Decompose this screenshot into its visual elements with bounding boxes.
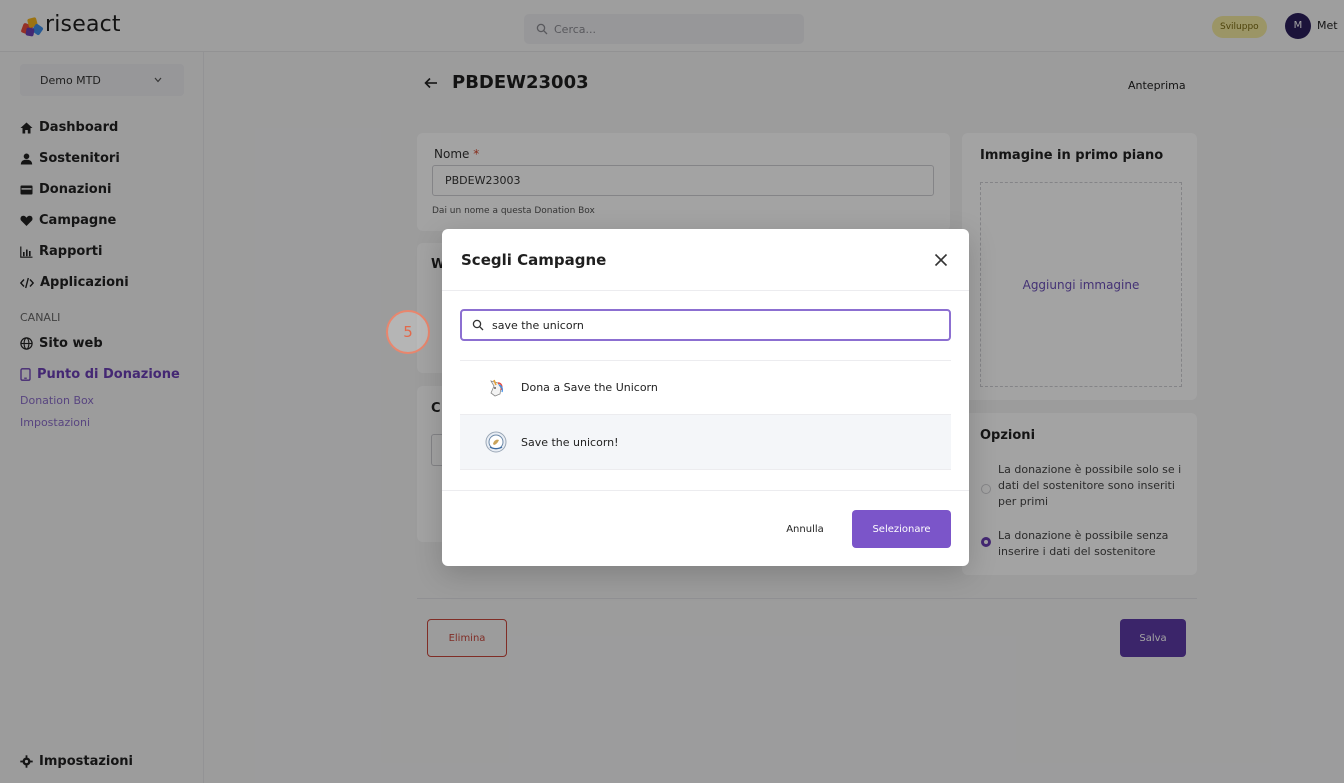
select-button[interactable]: Selezionare: [852, 510, 951, 548]
close-button[interactable]: [930, 249, 952, 271]
campaign-results-list: Dona a Save the Unicorn Save the unicorn…: [460, 360, 951, 470]
campaign-search-field[interactable]: [460, 309, 951, 341]
list-item[interactable]: Save the unicorn!: [460, 415, 951, 470]
search-icon: [472, 319, 484, 331]
close-icon: [934, 253, 948, 267]
modal-footer-divider: [442, 490, 969, 491]
step-marker: 5: [386, 310, 430, 354]
cancel-button[interactable]: Annulla: [768, 511, 842, 547]
campaign-badge-icon: [485, 431, 507, 453]
list-item[interactable]: Dona a Save the Unicorn: [460, 360, 951, 415]
campaign-search-input[interactable]: [492, 318, 912, 332]
unicorn-thumbnail-icon: [490, 379, 503, 396]
modal-title: Scegli Campagne: [461, 251, 607, 269]
result-label: Save the unicorn!: [521, 435, 619, 449]
choose-campaigns-modal: Scegli Campagne Dona a Save the Unicorn: [442, 229, 969, 566]
modal-header-divider: [442, 290, 969, 291]
result-label: Dona a Save the Unicorn: [521, 381, 658, 394]
